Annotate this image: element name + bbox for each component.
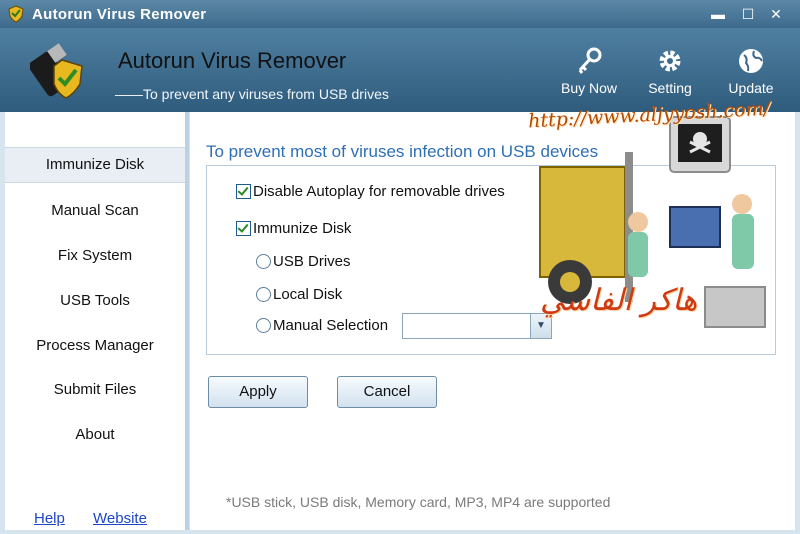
sidebar-item-immunize-disk[interactable]: Immunize Disk [5, 147, 185, 183]
disable-autoplay-label: Disable Autoplay for removable drives [253, 183, 505, 200]
buy-now-button[interactable]: Buy Now [554, 46, 624, 96]
apply-button[interactable]: Apply [208, 376, 308, 408]
sidebar-item-submit-files[interactable]: Submit Files [5, 373, 185, 407]
app-name: Autorun Virus Remover [118, 48, 347, 73]
worker-body-shape [628, 232, 648, 277]
immunize-disk-label: Immunize Disk [253, 220, 352, 237]
supported-devices-note: *USB stick, USB disk, Memory card, MP3, … [226, 494, 611, 510]
help-link[interactable]: Help [34, 510, 65, 527]
worker-head-shape [732, 194, 752, 214]
worker-body-shape [732, 214, 754, 269]
watermark-arabic-text: هاكر الفاسي [540, 283, 698, 318]
update-label: Update [728, 80, 774, 96]
sidebar-item-usb-tools[interactable]: USB Tools [5, 284, 185, 318]
gear-icon [659, 50, 681, 72]
sidebar: Immunize Disk Manual Scan Fix System USB… [5, 112, 189, 530]
buy-now-label: Buy Now [560, 80, 618, 96]
local-disk-radio[interactable]: Local Disk [256, 286, 342, 303]
radio-icon[interactable] [256, 253, 271, 269]
minimize-button[interactable]: ▬ [708, 4, 728, 24]
disable-autoplay-checkbox[interactable]: Disable Autoplay for removable drives [236, 183, 505, 200]
worker-head-shape [628, 212, 648, 232]
setting-label: Setting [648, 80, 692, 96]
server-shape [704, 286, 766, 328]
sidebar-item-fix-system[interactable]: Fix System [5, 239, 185, 273]
cancel-button[interactable]: Cancel [337, 376, 437, 408]
checkbox-checked-icon[interactable] [236, 220, 251, 236]
forklift-body-shape [539, 166, 626, 278]
maximize-button[interactable]: ☐ [738, 4, 758, 24]
window-title: Autorun Virus Remover [32, 6, 207, 23]
immunize-disk-checkbox[interactable]: Immunize Disk [236, 220, 351, 237]
local-disk-label: Local Disk [273, 286, 343, 303]
radio-icon[interactable] [256, 286, 271, 302]
manual-selection-radio[interactable]: Manual Selection [256, 317, 388, 334]
website-link[interactable]: Website [93, 510, 147, 527]
usb-shield-logo-icon [30, 43, 83, 99]
close-button[interactable]: ✕ [766, 4, 786, 24]
shield-icon [8, 5, 24, 23]
manual-selection-label: Manual Selection [273, 317, 389, 334]
update-button[interactable]: Update [716, 46, 786, 96]
title-bar[interactable]: Autorun Virus Remover ▬ ☐ ✕ [0, 0, 800, 28]
app-header: Autorun Virus Remover ——To prevent any v… [0, 28, 800, 112]
globe-icon [739, 49, 763, 73]
usb-drives-label: USB Drives [273, 253, 351, 270]
sidebar-item-about[interactable]: About [5, 418, 185, 452]
sidebar-item-manual-scan[interactable]: Manual Scan [5, 194, 185, 228]
setting-button[interactable]: Setting [635, 46, 705, 96]
app-tagline: ——To prevent any viruses from USB drives [115, 86, 389, 102]
usb-drives-radio[interactable]: USB Drives [256, 253, 351, 270]
radio-icon[interactable] [256, 317, 271, 333]
app-window: Autorun Virus Remover ▬ ☐ ✕ Autorun Viru… [0, 0, 800, 534]
checkbox-checked-icon[interactable] [236, 183, 251, 199]
key-icon [578, 47, 602, 74]
main-panel: To prevent most of viruses infection on … [190, 112, 795, 530]
computer-shape [669, 206, 721, 248]
sidebar-item-process-manager[interactable]: Process Manager [5, 329, 185, 363]
